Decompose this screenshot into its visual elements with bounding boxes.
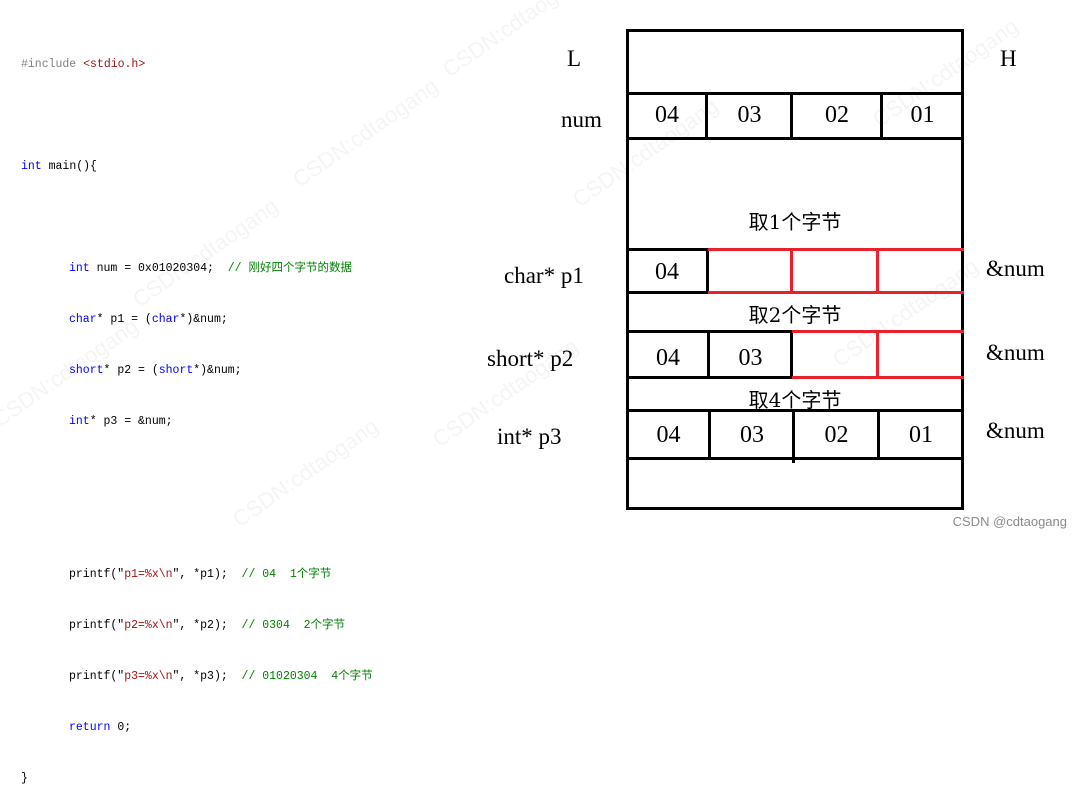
num-label: num xyxy=(561,107,602,132)
p3-byte-cell: 03 xyxy=(740,422,764,448)
num-row-top-line xyxy=(626,92,964,95)
p1-unread-divider xyxy=(876,248,879,294)
p3-byte-cell: 02 xyxy=(824,422,849,448)
p3-pointer-label: int* p3 xyxy=(497,424,562,449)
p2-byte-cell: 03 xyxy=(738,345,763,371)
high-address-label: H xyxy=(1000,46,1017,71)
p2-address-label: &num xyxy=(986,340,1045,365)
memory-outer-top-border xyxy=(626,29,964,32)
p1-row-bottom-line xyxy=(626,291,708,294)
code-line-return: return 0; xyxy=(69,721,132,734)
p1-cell-divider xyxy=(706,248,709,294)
num-byte-cell: 02 xyxy=(825,102,849,128)
p1-byte-cell: 04 xyxy=(655,259,679,285)
code-line-printf-p1: printf("p1=%x\n", *p1); // 04 1个字节 xyxy=(69,568,332,581)
author-credit: CSDN @cdtaogang xyxy=(952,514,1067,529)
code-line-printf-p3: printf("p3=%x\n", *p3); // 01020304 4个字节 xyxy=(69,670,373,683)
p1-pointer-label: char* p1 xyxy=(504,263,584,288)
num-row-bottom-line xyxy=(626,137,964,140)
p1-unread-top-line xyxy=(708,248,964,251)
memory-diagram: L H num 04 03 02 01 取1个字节 char* p1 04 &n… xyxy=(0,0,1083,539)
p1-row-top-line xyxy=(626,248,708,251)
p3-byte-cell: 04 xyxy=(656,422,681,448)
code-line-printf-p2: printf("p2=%x\n", *p2); // 0304 2个字节 xyxy=(69,619,346,632)
p1-unread-divider xyxy=(790,248,793,294)
take-2-bytes-label: 取2个字节 xyxy=(748,303,842,327)
p3-byte-cell: 01 xyxy=(909,422,933,448)
p3-address-label: &num xyxy=(986,418,1045,443)
p1-address-label: &num xyxy=(986,256,1045,281)
num-byte-cell: 04 xyxy=(655,102,679,128)
p2-byte-cell: 04 xyxy=(656,345,680,371)
num-byte-cell: 03 xyxy=(737,102,762,128)
take-1-byte-label: 取1个字节 xyxy=(748,210,842,234)
low-address-label: L xyxy=(567,46,582,71)
memory-outer-bottom-border xyxy=(626,507,964,510)
p3-row-bottom-line xyxy=(626,457,964,460)
p2-unread-divider xyxy=(876,330,879,379)
p3-row-top-line xyxy=(626,409,964,412)
code-line-close-brace: } xyxy=(21,772,28,785)
p2-pointer-label: short* p2 xyxy=(487,346,574,371)
num-byte-cell: 01 xyxy=(910,102,935,128)
p1-unread-bottom-line xyxy=(708,291,964,294)
